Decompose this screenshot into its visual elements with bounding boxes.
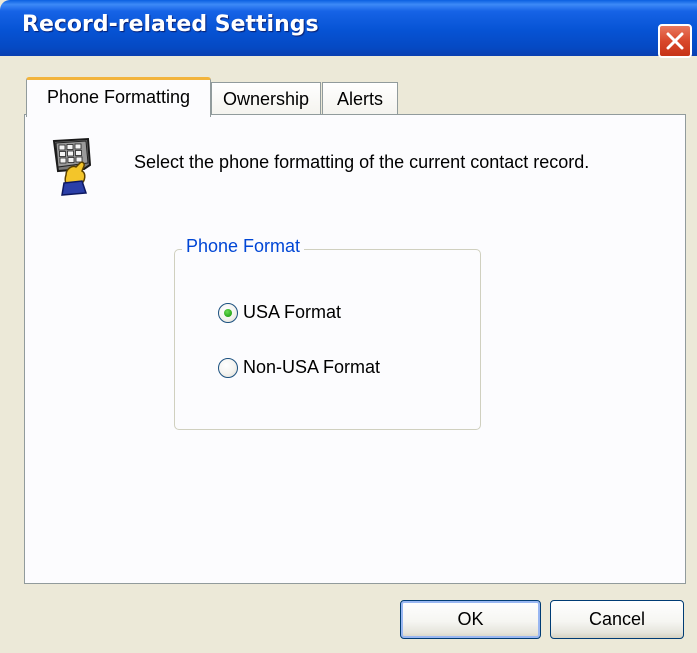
- radio-selected-dot: [224, 308, 232, 317]
- window-title: Record-related Settings: [22, 12, 319, 37]
- keypad-icon: [52, 137, 92, 196]
- radio-label[interactable]: Non-USA Format: [243, 357, 380, 378]
- tab-label: Phone Formatting: [46, 87, 191, 107]
- tab-ownership[interactable]: Ownership: [211, 82, 321, 115]
- radio-button-unselected[interactable]: [218, 357, 238, 378]
- groupbox-legend: Phone Format: [182, 236, 305, 257]
- phone-format-groupbox: [174, 249, 481, 430]
- tab-phone-formatting[interactable]: Phone Formatting: [26, 77, 211, 117]
- tab-label: Alerts: [336, 89, 383, 109]
- title-bar[interactable]: Record-related Settings: [0, 0, 697, 56]
- non-usa-format-radio[interactable]: Non-USA Format: [218, 357, 380, 378]
- description-text: Select the phone formatting of the curre…: [134, 152, 590, 172]
- ok-button[interactable]: OK: [400, 600, 541, 639]
- close-icon: [666, 32, 684, 50]
- tab-label: Ownership: [222, 89, 310, 109]
- radio-button-selected[interactable]: [218, 302, 238, 323]
- tab-alerts[interactable]: Alerts: [322, 82, 398, 115]
- close-button[interactable]: [658, 24, 692, 58]
- usa-format-radio[interactable]: USA Format: [218, 302, 341, 323]
- cancel-button[interactable]: Cancel: [550, 600, 684, 639]
- radio-label[interactable]: USA Format: [243, 302, 341, 323]
- dialog-window: Record-related Settings Phone Formatting…: [0, 0, 697, 653]
